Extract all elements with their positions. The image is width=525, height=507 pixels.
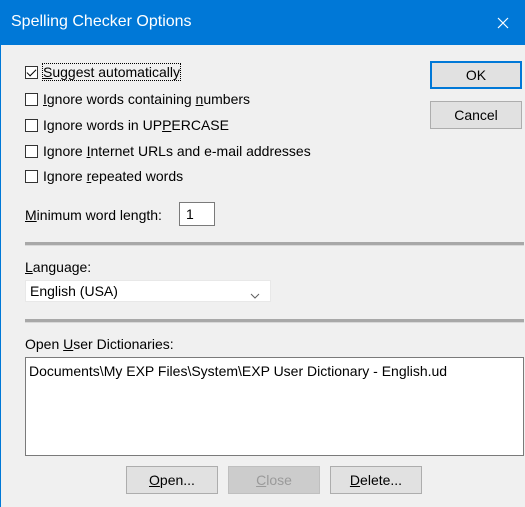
delete-button[interactable]: Delete...	[330, 466, 422, 494]
ignore-urls-label: Ignore Internet URLs and e-mail addresse…	[43, 143, 311, 159]
option-ignore-uppercase[interactable]: Ignore words in UPPERCASE	[25, 116, 229, 134]
spelling-checker-options-dialog: Spelling Checker Options Suggest automat…	[0, 0, 525, 507]
separator-1	[25, 242, 524, 246]
ignore-urls-checkbox[interactable]	[25, 144, 38, 158]
option-suggest-automatically[interactable]: Suggest automatically	[25, 63, 181, 81]
min-word-length-label: Minimum word length:	[25, 207, 162, 223]
language-label: Language:	[25, 259, 92, 275]
user-dictionaries-list[interactable]: Documents\My EXP Files\System\EXP User D…	[25, 357, 524, 456]
option-ignore-repeated[interactable]: Ignore repeated words	[25, 167, 183, 185]
cancel-button[interactable]: Cancel	[430, 101, 522, 129]
user-dictionaries-label: Open User Dictionaries:	[25, 336, 174, 352]
option-ignore-urls[interactable]: Ignore Internet URLs and e-mail addresse…	[25, 142, 311, 160]
title-bar: Spelling Checker Options	[1, 0, 525, 45]
suggest-automatically-label: Suggest automatically	[42, 63, 181, 81]
open-button[interactable]: Open...	[126, 466, 218, 494]
ignore-numbers-label: Ignore words containing numbers	[43, 91, 251, 107]
separator-2	[25, 319, 524, 323]
ignore-repeated-label: Ignore repeated words	[43, 168, 184, 184]
ignore-numbers-checkbox[interactable]	[25, 92, 38, 106]
window-title: Spelling Checker Options	[11, 13, 192, 30]
list-item[interactable]: Documents\My EXP Files\System\EXP User D…	[29, 363, 520, 379]
close-dictionary-button: Close	[228, 466, 320, 494]
close-icon	[497, 17, 509, 28]
ok-button[interactable]: OK	[430, 61, 522, 89]
language-selected-value: English (USA)	[30, 283, 118, 299]
suggest-automatically-checkbox[interactable]	[25, 65, 38, 79]
chevron-down-icon	[250, 286, 260, 302]
ignore-uppercase-checkbox[interactable]	[25, 118, 38, 132]
option-ignore-numbers[interactable]: Ignore words containing numbers	[25, 90, 250, 108]
ignore-uppercase-label: Ignore words in UPPERCASE	[43, 117, 229, 133]
close-window-button[interactable]	[480, 0, 525, 45]
ignore-repeated-checkbox[interactable]	[25, 169, 38, 183]
language-select[interactable]: English (USA)	[25, 280, 271, 302]
min-word-length-input[interactable]: 1	[179, 202, 215, 226]
